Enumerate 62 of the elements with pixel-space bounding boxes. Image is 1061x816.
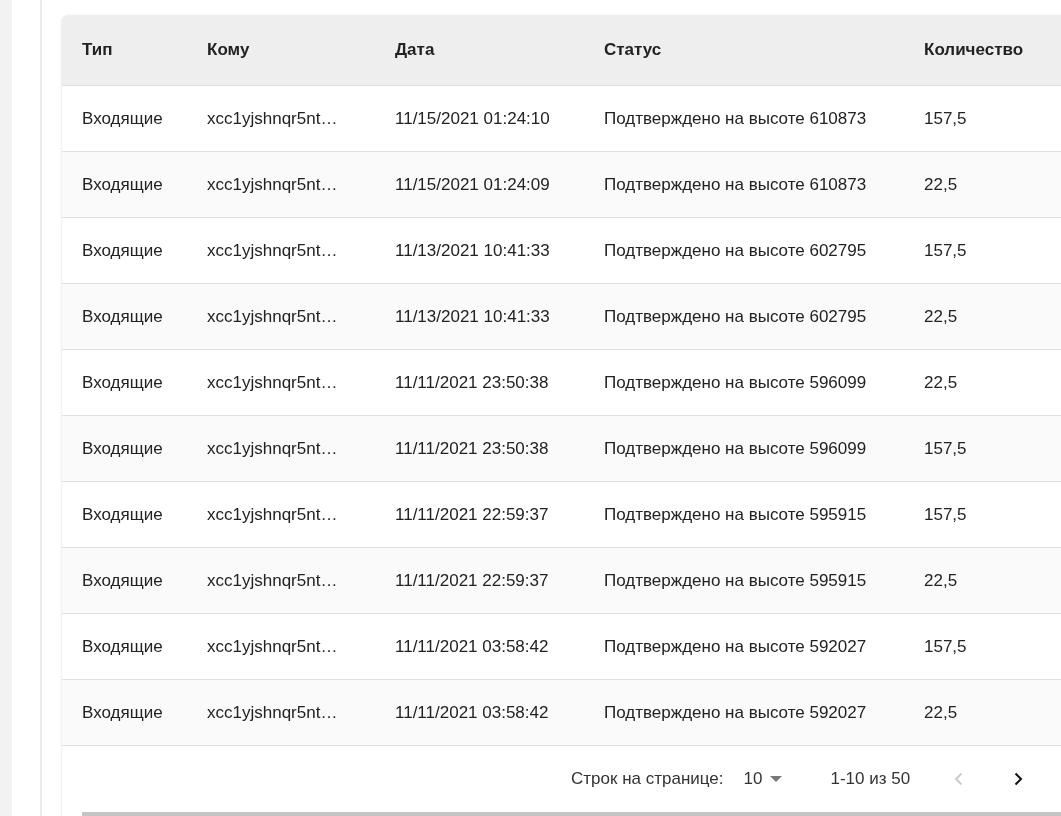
table-cell-text: Входящие <box>82 372 164 393</box>
column-header[interactable]: Дата <box>395 40 604 60</box>
column-header[interactable]: Статус <box>604 40 924 60</box>
table-cell-text: 22,5 <box>924 702 959 723</box>
table-cell-text: 11/13/2021 10:41:33 <box>395 306 551 327</box>
table-cell-text: Подтверждено на высоте 595915 <box>604 570 868 591</box>
column-header[interactable]: Тип <box>82 40 207 60</box>
table-cell-text: xcc1yjshnqr5nt… <box>207 570 339 591</box>
table-cell-text: xcc1yjshnqr5nt… <box>207 108 339 129</box>
caret-icon <box>770 776 783 782</box>
table-cell-text: Входящие <box>82 306 164 327</box>
table-cell-text: 22,5 <box>924 372 959 393</box>
table-cell-text: 11/11/2021 23:50:38 <box>395 372 550 393</box>
table-cell-text: Входящие <box>82 108 164 129</box>
table-cell-text: 11/11/2021 22:59:37 <box>395 504 550 525</box>
table-cell-text: xcc1yjshnqr5nt… <box>207 636 339 657</box>
column-header[interactable]: Количество <box>924 40 1061 60</box>
table-cell-text: 22,5 <box>924 306 959 327</box>
table-cell-text: xcc1yjshnqr5nt… <box>207 372 339 393</box>
table-cell-text: Подтверждено на высоте 610873 <box>604 174 868 195</box>
table-cell-text: xcc1yjshnqr5nt… <box>207 240 339 261</box>
table-cell-text: 157,5 <box>924 240 968 261</box>
table-cell-text: Подтверждено на высоте 592027 <box>604 636 868 657</box>
table-cell-text: 157,5 <box>924 504 968 525</box>
table-cell-text: Подтверждено на высоте 596099 <box>604 372 868 393</box>
table-cell-text: Входящие <box>82 636 164 657</box>
chevron-left-icon <box>954 772 964 786</box>
table-cell-text: Входящие <box>82 438 164 459</box>
table-cell-text: xcc1yjshnqr5nt… <box>207 174 339 195</box>
rows-per-page-label: Строк на странице: <box>571 769 724 789</box>
table-cell-text: 11/11/2021 23:50:38 <box>395 438 550 459</box>
table-cell-text: 11/13/2021 10:41:33 <box>395 240 551 261</box>
table-cell-text: Входящие <box>82 570 164 591</box>
table-cell-text: Подтверждено на высоте 602795 <box>604 240 868 261</box>
table-cell-text: 157,5 <box>924 636 968 657</box>
page-range: 1-10 из 50 <box>830 769 911 789</box>
table-cell-text: 157,5 <box>924 108 968 129</box>
table-cell-text: Подтверждено на высоте 596099 <box>604 438 868 459</box>
table-cell-text: xcc1yjshnqr5nt… <box>207 438 339 459</box>
table-cell-text: 11/11/2021 03:58:42 <box>395 702 550 723</box>
table-cell-text: xcc1yjshnqr5nt… <box>207 504 339 525</box>
column-header[interactable]: Кому <box>207 40 395 60</box>
table-cell-text: Подтверждено на высоте 595915 <box>604 504 868 525</box>
table-cell-text: Входящие <box>82 504 164 525</box>
horizontal-scrollbar[interactable] <box>82 812 1061 816</box>
table-cell-text: Входящие <box>82 240 164 261</box>
table-cell-text: 22,5 <box>924 174 959 195</box>
table-cell-text: 11/11/2021 03:58:42 <box>395 636 550 657</box>
table-cell-text: 11/15/2021 01:24:10 <box>395 108 551 129</box>
chevron-right-icon <box>1014 772 1024 786</box>
table-cell-text: Входящие <box>82 702 164 723</box>
table-cell-text: xcc1yjshnqr5nt… <box>207 702 339 723</box>
table-cell-text: 157,5 <box>924 438 968 459</box>
table-cell-text: Подтверждено на высоте 602795 <box>604 306 868 327</box>
table-cell-text: xcc1yjshnqr5nt… <box>207 306 339 327</box>
table-cell-text: 11/15/2021 01:24:09 <box>395 174 551 195</box>
table-cell-text: Входящие <box>82 174 164 195</box>
table-cell-text: Подтверждено на высоте 592027 <box>604 702 868 723</box>
table-cell-text: 11/11/2021 22:59:37 <box>395 570 550 591</box>
table-cell-text: Подтверждено на высоте 610873 <box>604 108 868 129</box>
rows-per-page-select[interactable]: 10 <box>743 769 783 789</box>
table-cell-text: 22,5 <box>924 570 959 591</box>
